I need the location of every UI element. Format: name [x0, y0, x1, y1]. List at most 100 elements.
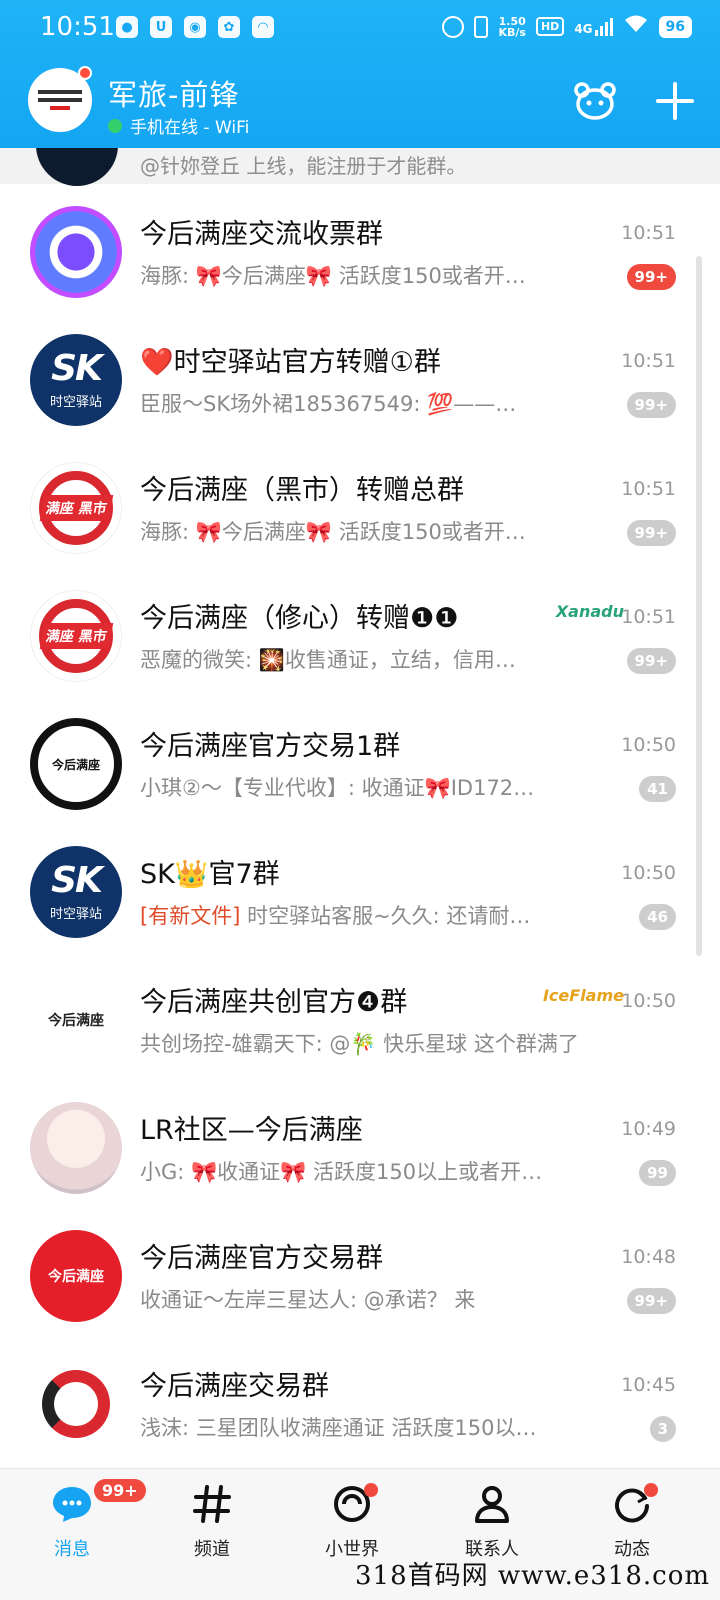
network-speed-unit: KB/s	[498, 25, 526, 39]
avatar-logo-text: 今后满座	[51, 757, 100, 772]
chat-preview: 海豚: 🎀今后满座🎀 活跃度150或者开…	[140, 264, 526, 288]
person-icon	[469, 1481, 515, 1527]
account-name[interactable]: 军旅-前锋	[108, 72, 239, 114]
chat-row[interactable]: 今后满座交流收票群 海豚: 🎀今后满座🎀 活跃度150或者开… 10:51 99…	[0, 184, 720, 312]
chat-preview: 恶魔的微笑: 🎇收售通证，立结，信用…	[140, 648, 516, 672]
chat-title: 今后满座交流收票群	[140, 219, 383, 250]
chat-row[interactable]: 今后满座 今后满座共创官方❹群 IceFlame 共创场控-雄霸天下: @🎋 快…	[0, 952, 720, 1080]
online-status-text: 手机在线 - WiFi	[130, 118, 250, 138]
nav-label: 消息	[54, 1539, 90, 1560]
chat-row[interactable]: LR社区—今后满座 小G: 🎀收通证🎀 活跃度150以上或者开… 10:49 9…	[0, 1080, 720, 1208]
unread-badge: 99+	[626, 648, 676, 674]
unread-badge: 99+	[626, 1288, 676, 1314]
wifi-icon	[623, 14, 649, 39]
chat-title: 今后满座官方交易群	[140, 1243, 383, 1274]
unread-badge: 99+	[626, 520, 676, 546]
nav-small-world[interactable]: 小世界	[292, 1481, 412, 1561]
chat-preview: [有新文件] 时空驿站客服~久久: 还请耐…	[140, 900, 530, 930]
chat-preview-text: 时空驿站客服~久久: 还请耐…	[240, 904, 531, 928]
unread-badge: 99+	[626, 264, 676, 290]
chat-avatar: 满座 黑市	[30, 462, 122, 554]
nav-messages[interactable]: 消息 99+	[12, 1479, 146, 1561]
profile-notification-dot	[78, 66, 92, 80]
watermark-text: 318首码网 www.e318.com	[355, 1561, 710, 1591]
chat-time: 10:51	[621, 350, 676, 372]
chat-avatar	[30, 1102, 122, 1194]
chat-avatar: 今后满座	[30, 974, 122, 1066]
list-scrollbar[interactable]	[696, 256, 702, 956]
chat-list[interactable]: @针妳登丘 上线，能注册于才能群。 今后满座交流收票群 海豚: 🎀今后满座🎀 活…	[0, 148, 720, 1468]
chat-row[interactable]: SK 时空驿站 SK👑官7群 [有新文件] 时空驿站客服~久久: 还请耐… 10…	[0, 824, 720, 952]
chat-avatar	[30, 1358, 122, 1450]
message-notification-icon: ●	[116, 16, 138, 38]
chat-row[interactable]: 满座 黑市 今后满座（修心）转赠❶❶ Xanadu 恶魔的微笑: 🎇收售通证，立…	[0, 568, 720, 696]
avatar-logo-text: SK	[51, 859, 103, 901]
add-button[interactable]	[652, 78, 698, 124]
network-type: 4G	[574, 21, 593, 36]
nav-channels[interactable]: 频道	[152, 1481, 272, 1561]
chat-title: ❤️时空驿站官方转赠①群	[140, 347, 441, 378]
chat-avatar: 今后满座	[30, 1230, 122, 1322]
chat-preview: 臣服～SK场外裙185367549: 💯——…	[140, 392, 517, 416]
chat-avatar: 今后满座	[30, 718, 122, 810]
chat-time: 10:45	[621, 1374, 676, 1396]
top-header: 10:51 ● U ◉ ✿ ◠ 1.50 KB/s HD 4G 96 军旅-前锋…	[0, 0, 720, 148]
avatar-logo-text: 今后满座	[48, 1269, 104, 1285]
chat-preview: 浅沫: 三星团队收满座通证 活跃度150以…	[140, 1416, 537, 1440]
nav-notification-dot	[644, 1483, 658, 1497]
chat-row[interactable]: 满座 黑市 今后满座（黑市）转赠总群 海豚: 🎀今后满座🎀 活跃度150或者开……	[0, 440, 720, 568]
zplan-face-button[interactable]	[572, 78, 618, 124]
nav-contacts[interactable]: 联系人	[432, 1481, 552, 1561]
chat-preview: 收通证～左岸三星达人: @承诺？ 来	[140, 1288, 476, 1312]
nav-notification-dot	[364, 1483, 378, 1497]
avatar-logo-text: 满座 黑市	[39, 495, 113, 521]
chat-title: 今后满座交易群	[140, 1371, 329, 1402]
chat-row[interactable]: SK 时空驿站 ❤️时空驿站官方转赠①群 臣服～SK场外裙185367549: …	[0, 312, 720, 440]
chat-time: 10:50	[621, 990, 676, 1012]
cellular-signal: 4G	[574, 17, 613, 36]
online-dot-icon	[108, 118, 122, 133]
chat-preview: 共创场控-雄霸天下: @🎋 快乐星球 这个群满了	[140, 1032, 579, 1056]
chat-time: 10:48	[621, 1246, 676, 1268]
chat-avatar: SK 时空驿站	[30, 846, 122, 938]
nav-moments[interactable]: 动态	[572, 1481, 692, 1561]
chat-title: LR社区—今后满座	[140, 1115, 363, 1146]
chat-title: 今后满座官方交易1群	[140, 731, 401, 762]
notification-icons: ● U ◉ ✿ ◠	[116, 16, 274, 38]
vip-tag-icon: IceFlame	[542, 986, 624, 1005]
alarm-icon	[442, 15, 465, 38]
nav-unread-badge: 99+	[94, 1479, 146, 1502]
bottom-navigation: 消息 99+ 频道 小世界 联系人 动态 318首码网 www.e318.com	[0, 1468, 720, 1600]
chat-row[interactable]: 今后满座 今后满座官方交易1群 小琪②～【专业代收】: 收通证🎀ID172… 1…	[0, 696, 720, 824]
app-notification-icon: ◠	[252, 16, 274, 38]
chat-title: 今后满座（黑市）转赠总群	[140, 475, 464, 506]
avatar-logo-subtext: 时空驿站	[49, 906, 102, 922]
chat-avatar: SK 时空驿站	[30, 334, 122, 426]
chat-time: 10:50	[621, 862, 676, 884]
wechat-notification-icon: ◉	[184, 16, 206, 38]
pinned-chat-avatar	[36, 148, 118, 186]
chat-bubble-icon	[49, 1481, 95, 1527]
pinned-chat-preview: @针妳登丘 上线，能注册于才能群。	[140, 154, 467, 178]
chat-time: 10:51	[621, 606, 676, 628]
chat-preview: 海豚: 🎀今后满座🎀 活跃度150或者开…	[140, 520, 526, 544]
new-file-label: [有新文件]	[140, 904, 241, 928]
avatar-logo-text: 满座 黑市	[39, 623, 113, 649]
online-status[interactable]: 手机在线 - WiFi	[108, 113, 249, 138]
vibrate-icon	[474, 15, 489, 38]
nav-label: 频道	[194, 1539, 230, 1560]
chat-title: SK👑官7群	[140, 859, 280, 890]
unread-badge: 99+	[626, 392, 676, 418]
chat-row[interactable]: 今后满座 今后满座官方交易群 收通证～左岸三星达人: @承诺？ 来 10:48 …	[0, 1208, 720, 1336]
chat-title: 今后满座共创官方❹群	[140, 987, 408, 1018]
signal-bars-icon	[594, 17, 613, 36]
pinned-chat-row[interactable]: @针妳登丘 上线，能注册于才能群。	[0, 148, 720, 186]
unread-badge: 99	[639, 1160, 676, 1186]
chat-row[interactable]: 今后满座交易群 浅沫: 三星团队收满座通证 活跃度150以… 10:45 3	[0, 1336, 720, 1464]
avatar-logo-subtext: 时空驿站	[49, 394, 102, 410]
chat-time: 10:50	[621, 734, 676, 756]
chat-avatar: 满座 黑市	[30, 590, 122, 682]
chat-avatar	[30, 206, 122, 298]
chat-time: 10:49	[621, 1118, 676, 1140]
unread-badge: 46	[639, 904, 676, 930]
